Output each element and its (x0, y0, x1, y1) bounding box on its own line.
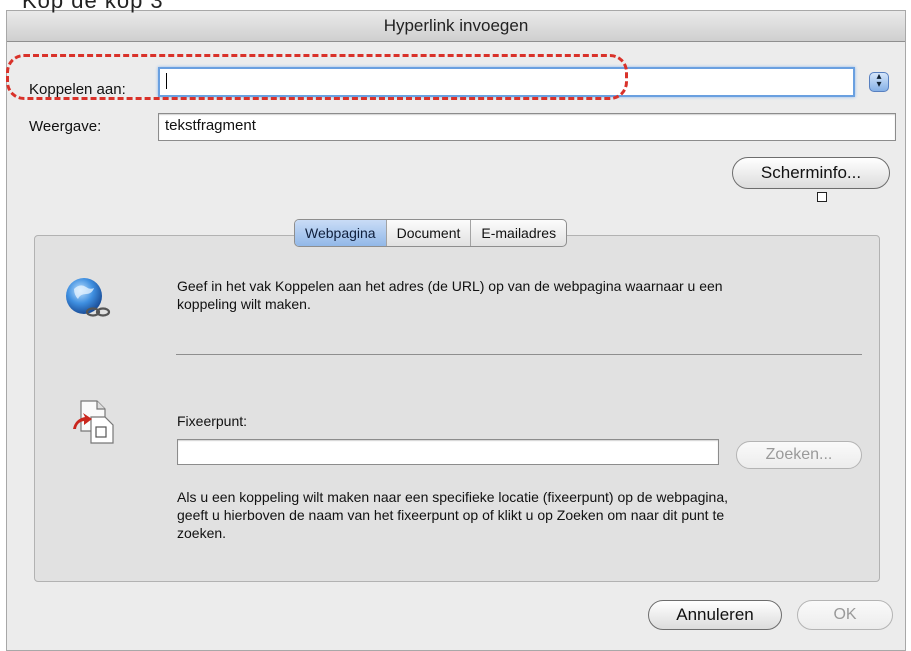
tab-document[interactable]: Document (387, 220, 472, 246)
globe-link-icon (66, 278, 111, 317)
tab-bar: Webpagina Document E-mailadres (294, 219, 568, 247)
instruction-text: Geef in het vak Koppelen aan het adres (… (177, 278, 723, 312)
tab-emailadres[interactable]: E-mailadres (471, 220, 566, 246)
panel-divider (176, 354, 862, 355)
cancel-button[interactable]: Annuleren (648, 600, 782, 630)
tab-webpagina[interactable]: Webpagina (295, 220, 387, 246)
anchor-input[interactable] (177, 439, 719, 465)
ok-button[interactable]: OK (797, 600, 893, 630)
resize-handle (817, 192, 827, 202)
display-label: Weergave: (29, 118, 102, 135)
anchor-help-text: Als u een koppeling wilt maken naar een … (177, 489, 729, 541)
display-input[interactable]: tekstfragment (158, 113, 896, 141)
top-text-fragment: Kop de kop 3 (22, 0, 164, 13)
screeninfo-button[interactable]: Scherminfo... (732, 157, 890, 189)
search-button[interactable]: Zoeken... (736, 441, 862, 469)
anchor-document-icon (73, 400, 114, 444)
stepper-icon[interactable]: ▴ ▾ (869, 72, 889, 92)
hyperlink-dialog: Hyperlink invoegen Koppelen aan: ▴ ▾ Weer… (6, 10, 906, 651)
highlight-outline (6, 54, 628, 100)
dialog-title: Hyperlink invoegen (7, 11, 905, 42)
anchor-label: Fixeerpunt: (177, 413, 248, 429)
